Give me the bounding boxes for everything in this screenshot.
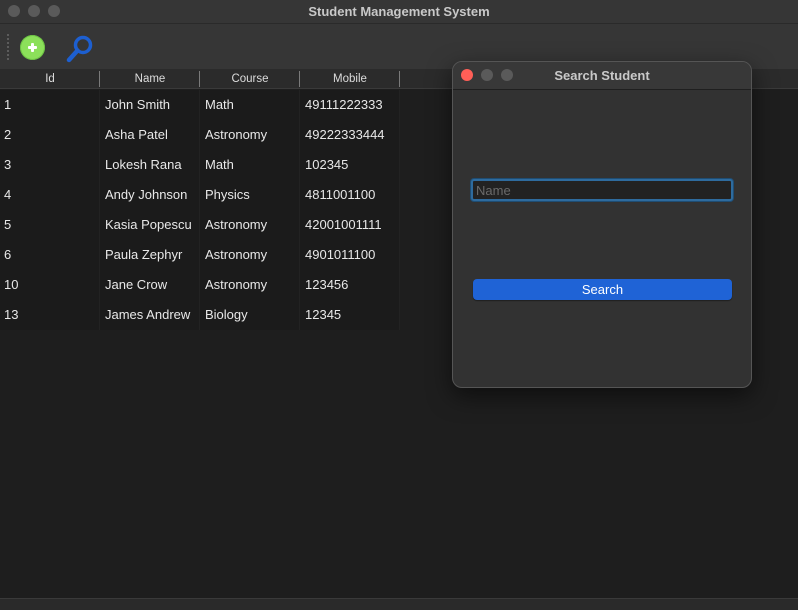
column-separator[interactable]	[399, 71, 400, 87]
main-window: Student Management System Id Name Course…	[0, 0, 798, 610]
cell-mobile[interactable]: 49222333444	[300, 120, 400, 150]
search-student-dialog: Search Student Search	[452, 61, 752, 388]
cell-name[interactable]: James Andrew	[100, 300, 200, 330]
toolbar-grip[interactable]	[7, 34, 9, 60]
cell-mobile[interactable]: 123456	[300, 270, 400, 300]
cell-name[interactable]: Paula Zephyr	[100, 240, 200, 270]
table-row[interactable]: 5 Kasia Popescu Astronomy 42001001111	[0, 210, 400, 240]
cell-mobile[interactable]: 12345	[300, 300, 400, 330]
cell-mobile[interactable]: 102345	[300, 150, 400, 180]
student-table: 1 John Smith Math 49111222333 2 Asha Pat…	[0, 90, 400, 330]
cell-id[interactable]: 5	[0, 210, 100, 240]
cell-course[interactable]: Astronomy	[200, 270, 300, 300]
table-row[interactable]: 1 John Smith Math 49111222333	[0, 90, 400, 120]
cell-course[interactable]: Biology	[200, 300, 300, 330]
cell-course[interactable]: Astronomy	[200, 120, 300, 150]
table-row[interactable]: 3 Lokesh Rana Math 102345	[0, 150, 400, 180]
cell-course[interactable]: Math	[200, 90, 300, 120]
cell-mobile[interactable]: 42001001111	[300, 210, 400, 240]
cell-course[interactable]: Astronomy	[200, 240, 300, 270]
cell-name[interactable]: Lokesh Rana	[100, 150, 200, 180]
table-row[interactable]: 4 Andy Johnson Physics 4811001100	[0, 180, 400, 210]
cell-course[interactable]: Math	[200, 150, 300, 180]
cell-name[interactable]: Kasia Popescu	[100, 210, 200, 240]
table-row[interactable]: 6 Paula Zephyr Astronomy 4901011100	[0, 240, 400, 270]
name-search-input[interactable]	[471, 179, 733, 201]
cell-name[interactable]: Asha Patel	[100, 120, 200, 150]
cell-id[interactable]: 6	[0, 240, 100, 270]
search-button[interactable]: Search	[473, 279, 732, 300]
cell-id[interactable]: 4	[0, 180, 100, 210]
cell-mobile[interactable]: 4901011100	[300, 240, 400, 270]
cell-mobile[interactable]: 49111222333	[300, 90, 400, 120]
title-bar: Student Management System	[0, 0, 798, 24]
dialog-title-bar: Search Student	[453, 62, 751, 90]
cell-id[interactable]: 2	[0, 120, 100, 150]
cell-id[interactable]: 3	[0, 150, 100, 180]
column-header-name[interactable]: Name	[100, 69, 200, 89]
column-header-course[interactable]: Course	[200, 69, 300, 89]
cell-id[interactable]: 10	[0, 270, 100, 300]
cell-id[interactable]: 13	[0, 300, 100, 330]
window-title: Student Management System	[308, 4, 490, 19]
cell-mobile[interactable]: 4811001100	[300, 180, 400, 210]
cell-course[interactable]: Physics	[200, 180, 300, 210]
cell-course[interactable]: Astronomy	[200, 210, 300, 240]
cell-name[interactable]: Andy Johnson	[100, 180, 200, 210]
cell-name[interactable]: Jane Crow	[100, 270, 200, 300]
cell-name[interactable]: John Smith	[100, 90, 200, 120]
column-header-mobile[interactable]: Mobile	[300, 69, 400, 89]
dialog-title: Search Student	[554, 68, 650, 83]
column-header-id[interactable]: Id	[0, 69, 100, 89]
table-row[interactable]: 13 James Andrew Biology 12345	[0, 300, 400, 330]
cell-id[interactable]: 1	[0, 90, 100, 120]
status-bar	[0, 598, 798, 610]
add-circle-icon[interactable]	[20, 35, 45, 60]
table-row[interactable]: 2 Asha Patel Astronomy 49222333444	[0, 120, 400, 150]
table-row[interactable]: 10 Jane Crow Astronomy 123456	[0, 270, 400, 300]
magnifier-icon[interactable]	[64, 33, 96, 65]
